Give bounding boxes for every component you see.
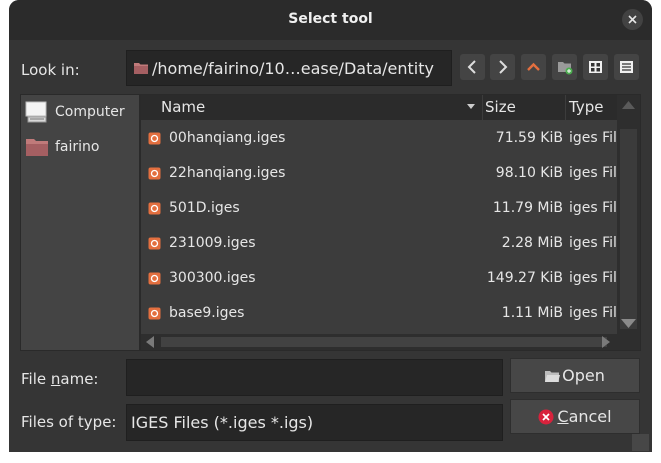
file-name-input[interactable] (126, 359, 503, 396)
file-dialog: Select tool Look in: /home/fairino/10…ea… (9, 0, 652, 452)
new-folder-icon (558, 62, 573, 75)
file-size: 71.59 KiB (495, 130, 563, 146)
look-in-label: Look in: (21, 61, 80, 79)
sort-descending-icon (467, 104, 475, 109)
files-of-type-combo[interactable]: IGES Files (*.iges *.igs) (126, 404, 503, 441)
vertical-scrollbar[interactable] (617, 95, 640, 350)
column-header-label: Name (161, 98, 206, 116)
file-type: iges File (569, 165, 619, 181)
file-name: 501D.iges (169, 200, 240, 216)
column-header-size[interactable]: Size (483, 95, 566, 120)
forward-button[interactable] (490, 54, 515, 80)
file-list: Name Size Type 00hanqiang.iges 71.59 KiB… (140, 94, 641, 351)
cancel-label: ancel (568, 407, 612, 426)
iges-file-icon (148, 132, 161, 145)
iges-file-icon (148, 272, 161, 285)
file-name: base9.iges (169, 305, 245, 321)
file-name-label: File name: (21, 370, 98, 388)
back-button[interactable] (460, 54, 485, 80)
title-bar[interactable]: Select tool (9, 0, 652, 40)
file-size: 11.79 MiB (492, 200, 563, 216)
label-part: File (21, 370, 51, 388)
sidebar-item-label: Computer (55, 104, 125, 120)
new-folder-button[interactable] (552, 54, 577, 80)
parent-directory-button[interactable] (521, 54, 546, 80)
file-type: iges File (569, 305, 619, 321)
scroll-down-icon[interactable] (621, 319, 636, 328)
file-name: 231009.iges (169, 235, 256, 251)
chevron-left-icon (467, 60, 476, 74)
file-name: 22hanqiang.iges (169, 165, 286, 181)
iges-file-icon (148, 202, 161, 215)
file-row[interactable]: base9.iges 1.11 MiB iges File (141, 296, 619, 331)
cancel-icon (538, 409, 554, 425)
file-row[interactable]: 22hanqiang.iges 98.10 KiB iges File (141, 156, 619, 191)
close-icon (628, 15, 637, 24)
column-header-label: Size (485, 98, 516, 116)
open-button[interactable]: Open (510, 358, 640, 393)
file-name: 300300.iges (169, 270, 256, 286)
files-of-type-value: IGES Files (*.iges *.igs) (131, 413, 314, 432)
iges-file-icon (148, 307, 161, 320)
file-row[interactable]: 300300.iges 149.27 KiB iges File (141, 261, 619, 296)
cancel-button[interactable]: Cancel (510, 399, 640, 434)
chevron-up-icon (527, 62, 540, 71)
dialog-content: Look in: /home/fairino/10…ease/Data/enti… (9, 40, 652, 452)
file-name: 00hanqiang.iges (169, 130, 286, 146)
horizontal-scrollbar[interactable] (141, 334, 617, 350)
folder-icon (134, 63, 148, 74)
resize-grip[interactable] (632, 434, 649, 451)
file-type: iges File (569, 200, 619, 216)
file-row[interactable]: 231009.iges 2.28 MiB iges File (141, 226, 619, 261)
scroll-up-icon[interactable] (622, 101, 635, 109)
scroll-right-icon[interactable] (602, 336, 610, 348)
folder-icon (26, 139, 48, 156)
look-in-path: /home/fairino/10…ease/Data/entity (152, 59, 434, 78)
look-in-combo[interactable]: /home/fairino/10…ease/Data/entity (126, 50, 452, 86)
sidebar-item-computer[interactable]: Computer (25, 101, 137, 125)
file-size: 98.10 KiB (495, 165, 563, 181)
file-row[interactable]: 501D.iges 11.79 MiB iges File (141, 191, 619, 226)
detail-view-button[interactable] (614, 54, 639, 80)
iges-file-icon (148, 167, 161, 180)
file-row[interactable]: 00hanqiang.iges 71.59 KiB iges File (141, 121, 619, 156)
scroll-left-icon[interactable] (146, 336, 154, 348)
file-size: 2.28 MiB (501, 235, 563, 251)
sidebar-item-fairino[interactable]: fairino (25, 136, 137, 160)
close-button[interactable] (622, 9, 643, 30)
dialog-title: Select tool (288, 11, 373, 27)
detail-view-icon (620, 61, 633, 73)
grid-view-icon (589, 61, 602, 73)
icon-view-button[interactable] (583, 54, 608, 80)
sidebar-item-label: fairino (55, 139, 100, 155)
horizontal-scroll-thumb[interactable] (161, 337, 607, 347)
file-type: iges File (569, 270, 619, 286)
column-header-name[interactable]: Name (141, 95, 483, 120)
file-size: 1.11 MiB (501, 305, 563, 321)
vertical-scroll-thumb[interactable] (620, 129, 637, 329)
computer-icon (25, 101, 47, 123)
open-folder-icon (545, 371, 561, 382)
label-part: ame: (60, 370, 99, 388)
file-type: iges File (569, 130, 619, 146)
places-sidebar: Computer fairino (20, 94, 140, 351)
iges-file-icon (148, 237, 161, 250)
chevron-right-icon (499, 60, 508, 74)
open-label: Open (562, 366, 605, 385)
file-type: iges File (569, 235, 619, 251)
column-header-label: Type (569, 98, 604, 116)
mnemonic-letter: C (557, 407, 569, 426)
files-of-type-label: Files of type: (21, 413, 117, 431)
list-header: Name Size Type (141, 95, 640, 120)
file-size: 149.27 KiB (486, 270, 563, 286)
mnemonic-letter: n (50, 370, 61, 388)
